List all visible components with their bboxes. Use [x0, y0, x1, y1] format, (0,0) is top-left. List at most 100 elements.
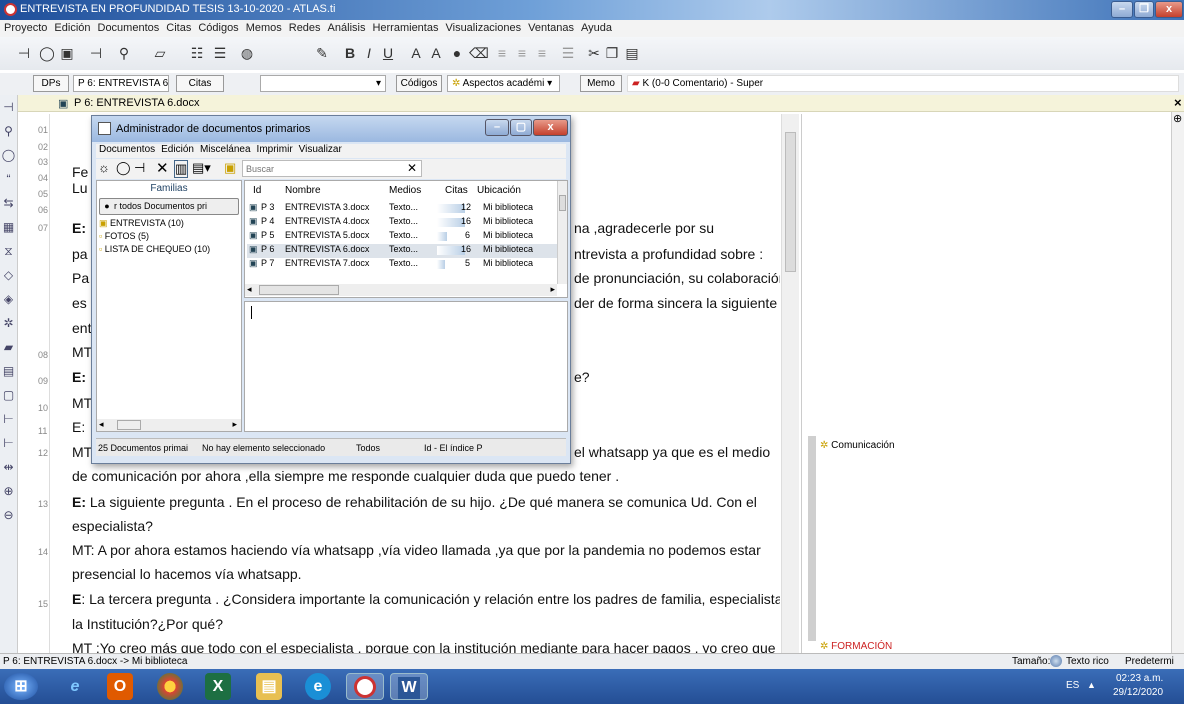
dialog-search-input[interactable] — [243, 162, 393, 176]
pen-icon[interactable]: ✎ — [312, 44, 332, 62]
tool-family-icon[interactable]: ◈ — [0, 287, 17, 311]
column-header-ubicacion[interactable]: Ubicación — [477, 185, 521, 199]
dialog-menu-miscelanea[interactable]: Miscelánea — [197, 144, 254, 155]
word-taskbar-icon[interactable]: W — [390, 673, 428, 700]
dialog-menu-visualizar[interactable]: Visualizar — [296, 144, 345, 155]
table-row-selected[interactable]: ▣ P 6 ENTREVISTA 6.docx Texto... 16 Mi biblio… — [247, 244, 559, 258]
scrollbar-thumb[interactable] — [259, 285, 339, 295]
view-mode-icon[interactable]: ▤▾ — [192, 160, 211, 176]
table-row[interactable]: ▣ P 5 ENTREVISTA 5.docx Texto... 6 Mi bibliot… — [247, 230, 559, 244]
tool-page-icon[interactable]: ▢ — [0, 383, 17, 407]
menu-ayuda[interactable]: Ayuda — [577, 20, 615, 34]
code-list-icon[interactable]: ☷ — [187, 44, 207, 62]
table-row[interactable]: ▣ P 3 ENTREVISTA 3.docx Texto... 12 Mi biblio… — [247, 202, 559, 216]
scrollbar-thumb[interactable] — [117, 420, 141, 430]
tool-filter-icon[interactable]: ⧖ — [0, 239, 17, 263]
tool-grid-icon[interactable]: ▦ — [0, 215, 17, 239]
clock-date[interactable]: 29/12/2020 — [1113, 687, 1163, 698]
table-hscrollbar[interactable]: ◂ ▸ — [245, 284, 557, 296]
table-vscrollbar[interactable] — [557, 181, 567, 284]
tool-search-icon[interactable]: ⚲ — [0, 119, 17, 143]
comment-icon[interactable]: ◯ — [116, 160, 131, 176]
filter-icon[interactable]: ▣ — [224, 160, 236, 176]
tool-quote-icon[interactable]: “ — [0, 167, 17, 191]
atlas-taskbar-icon[interactable] — [346, 673, 384, 700]
menu-edicion[interactable]: Edición — [50, 20, 93, 34]
column-header-citas[interactable]: Citas — [445, 185, 468, 199]
codes-combo[interactable]: ✲ Aspectos académi ▾ — [447, 75, 560, 92]
start-button[interactable]: ⊞ — [4, 673, 38, 700]
margin-area[interactable]: ✲ Comunicación ✲ FORMACIÓN — [801, 114, 1171, 653]
menu-ventanas[interactable]: Ventanas — [524, 20, 577, 34]
tool-code-icon[interactable]: ◇ — [0, 263, 17, 287]
column-header-nombre[interactable]: Nombre — [285, 185, 321, 199]
clock-time[interactable]: 02:23 a.m. — [1116, 673, 1163, 684]
paste-icon[interactable]: ▤ — [624, 44, 640, 62]
tool-zoom-in-icon[interactable]: ⊕ — [0, 479, 17, 503]
codigos-button[interactable]: Códigos — [396, 75, 442, 92]
family-item[interactable]: ▣ ENTREVISTA (10) — [99, 218, 184, 229]
tool-outline-icon[interactable]: ⊢ — [0, 407, 17, 431]
margin-code[interactable]: ✲ Comunicación — [820, 440, 895, 451]
tool-memo-icon[interactable]: ▰ — [0, 335, 17, 359]
memo-button[interactable]: Memo — [580, 75, 622, 92]
menu-analisis[interactable]: Análisis — [324, 20, 369, 34]
chrome-icon[interactable] — [157, 673, 183, 700]
font-grow-icon[interactable]: A — [408, 44, 424, 62]
bold-icon[interactable]: B — [343, 44, 357, 62]
close-document-icon[interactable]: × — [1174, 95, 1182, 110]
close-button[interactable]: x — [1155, 1, 1183, 18]
dialog-search-field[interactable]: ✕ — [242, 160, 422, 177]
tray-arrow-icon[interactable]: ▲ — [1087, 680, 1096, 690]
show-all-documents-button[interactable]: ● r todos Documentos pri — [99, 198, 239, 215]
clear-search-icon[interactable]: ✕ — [407, 161, 417, 175]
network-icon[interactable]: ⊣ — [134, 160, 145, 176]
tool-zoom-out-icon[interactable]: ⊖ — [0, 503, 17, 527]
dialog-minimize-button[interactable]: – — [485, 119, 509, 136]
font-shrink-icon[interactable]: A — [428, 44, 444, 62]
family-item[interactable]: ▫ LISTA DE CHEQUEO (10) — [99, 244, 210, 254]
tool-star-icon[interactable]: ✲ — [0, 311, 17, 335]
folder-open-icon[interactable]: ▱ — [150, 44, 170, 62]
eraser-icon[interactable]: ⌫ — [469, 44, 489, 62]
binoculars-icon[interactable]: ⚲ — [114, 44, 134, 62]
ie-browser-icon[interactable]: e — [55, 673, 95, 700]
dialog-menu-edicion[interactable]: Edición — [158, 144, 197, 155]
menu-memos[interactable]: Memos — [242, 20, 285, 34]
tool-link-icon[interactable]: ⇆ — [0, 191, 17, 215]
document-scrollbar[interactable] — [781, 114, 799, 653]
network-icon[interactable]: ⊣ — [14, 44, 34, 62]
align-right-icon[interactable]: ≡ — [534, 44, 550, 62]
margin-code[interactable]: ✲ FORMACIÓN — [820, 641, 892, 652]
minimize-button[interactable]: – — [1111, 1, 1133, 18]
dialog-maximize-button[interactable]: ▢ — [510, 119, 532, 136]
dialog-menu-imprimir[interactable]: Imprimir — [254, 144, 296, 155]
column-header-id[interactable]: Id — [253, 185, 261, 199]
scrollbar-thumb[interactable] — [785, 132, 796, 272]
language-indicator[interactable]: ES — [1066, 680, 1079, 691]
dialog-close-button[interactable]: x — [533, 119, 568, 136]
edge-browser-icon[interactable]: e — [305, 673, 331, 700]
xml-icon[interactable]: ◍ — [234, 44, 260, 62]
color-icon[interactable]: ● — [449, 44, 465, 62]
menu-redes[interactable]: Redes — [285, 20, 324, 34]
copy-icon[interactable]: ❐ — [604, 44, 620, 62]
family-item[interactable]: ▫ FOTOS (5) — [99, 231, 149, 241]
tool-split-icon[interactable]: ⇹ — [0, 455, 17, 479]
add-pane-icon[interactable]: ⊕ — [1173, 112, 1182, 125]
maximize-button[interactable]: ❐ — [1134, 1, 1154, 18]
menu-proyecto[interactable]: Proyecto — [0, 20, 50, 34]
excel-icon[interactable]: X — [205, 673, 231, 700]
memo-combo[interactable]: ▰ K (0-0 Comentario) - Super — [627, 75, 1179, 92]
citas-button[interactable]: Citas — [176, 75, 224, 92]
underline-icon[interactable]: U — [381, 44, 395, 62]
cut-icon[interactable]: ✂ — [586, 44, 602, 62]
menu-herramientas[interactable]: Herramientas — [368, 20, 441, 34]
tool-comment-icon[interactable]: ◯ — [0, 143, 17, 167]
list-icon[interactable]: ☰ — [560, 44, 576, 62]
file-explorer-icon[interactable]: ▤ — [256, 673, 282, 700]
menu-citas[interactable]: Citas — [162, 20, 194, 34]
citas-combo[interactable]: ▾ — [260, 75, 386, 92]
tool-counter-icon[interactable]: ▤ — [0, 359, 17, 383]
table-row[interactable]: ▣ P 4 ENTREVISTA 4.docx Texto... 16 Mi biblio… — [247, 216, 559, 230]
